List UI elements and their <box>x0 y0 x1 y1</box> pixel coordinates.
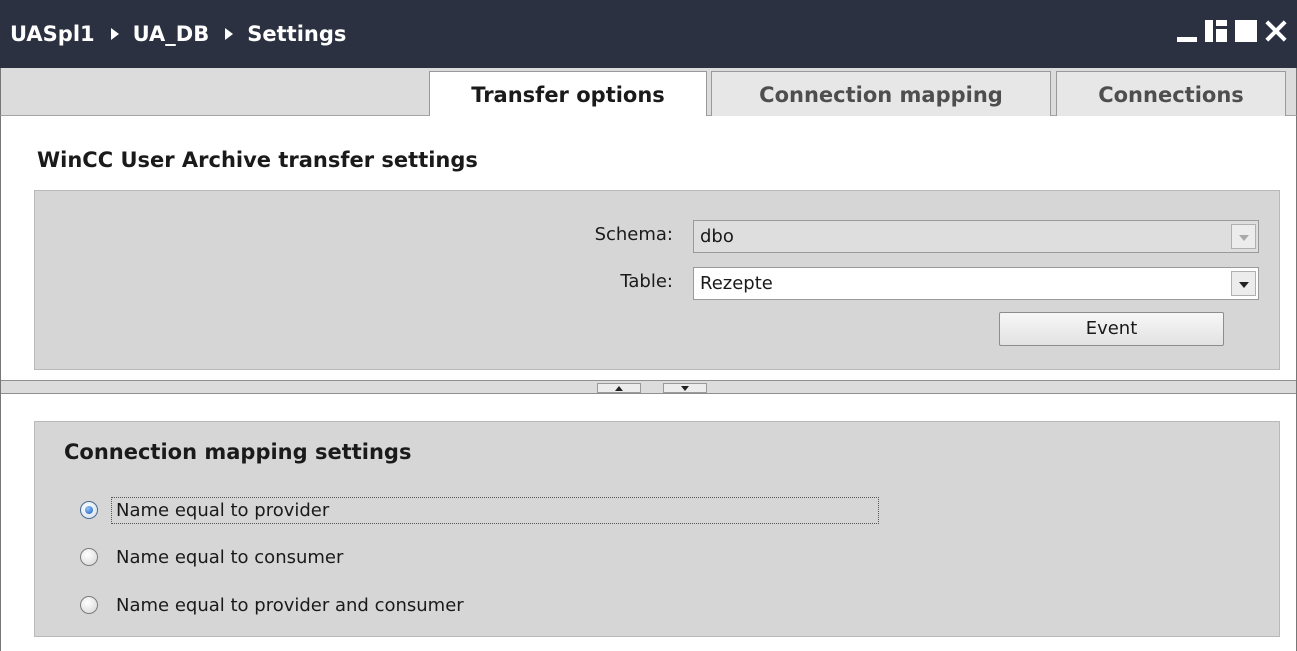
radio-button[interactable] <box>80 501 98 519</box>
tab-connection-mapping[interactable]: Connection mapping <box>711 71 1051 117</box>
breadcrumb-item[interactable]: UA_DB <box>133 22 210 46</box>
maximize-icon[interactable] <box>1235 20 1257 42</box>
radio-label[interactable]: Name equal to provider and consumer <box>112 593 468 618</box>
transfer-settings-panel: Schema: dbo Table: Rezepte Event <box>34 190 1280 370</box>
mapping-settings-title: Connection mapping settings <box>64 440 412 464</box>
connection-mapping-panel: Connection mapping settings Name equal t… <box>34 421 1280 637</box>
table-label: Table: <box>620 271 673 292</box>
settings-content: WinCC User Archive transfer settings Sch… <box>0 116 1297 651</box>
chevron-down-icon[interactable] <box>1231 271 1256 296</box>
close-icon[interactable] <box>1265 20 1287 42</box>
tile-icon[interactable] <box>1205 20 1227 42</box>
tab-label: Connection mapping <box>759 82 1003 107</box>
tab-connections[interactable]: Connections <box>1056 71 1286 117</box>
tab-transfer-options[interactable]: Transfer options <box>429 71 707 118</box>
table-combobox[interactable]: Rezepte <box>693 267 1259 300</box>
breadcrumb-item[interactable]: Settings <box>247 22 346 46</box>
collapse-up-icon[interactable] <box>597 383 641 393</box>
radio-label[interactable]: Name equal to provider <box>111 496 879 524</box>
table-value: Rezepte <box>700 273 773 294</box>
collapse-down-icon[interactable] <box>663 383 707 393</box>
tab-label: Connections <box>1098 82 1244 107</box>
radio-option-provider[interactable]: Name equal to provider <box>80 495 879 525</box>
minimize-icon[interactable] <box>1177 37 1197 42</box>
window-controls <box>1177 20 1287 42</box>
schema-value: dbo <box>700 226 734 247</box>
chevron-right-icon <box>225 28 234 40</box>
schema-combobox[interactable]: dbo <box>693 220 1259 253</box>
event-button[interactable]: Event <box>999 312 1224 346</box>
radio-option-consumer[interactable]: Name equal to consumer <box>80 542 347 572</box>
title-bar: UASpl1 UA_DB Settings <box>0 0 1297 68</box>
breadcrumb: UASpl1 UA_DB Settings <box>10 0 346 68</box>
schema-label: Schema: <box>594 224 673 245</box>
chevron-down-icon[interactable] <box>1231 224 1256 249</box>
chevron-right-icon <box>110 28 119 40</box>
tab-label: Transfer options <box>471 83 665 107</box>
radio-option-provider-consumer[interactable]: Name equal to provider and consumer <box>80 590 468 620</box>
radio-label[interactable]: Name equal to consumer <box>112 545 347 570</box>
radio-button[interactable] <box>80 548 98 566</box>
breadcrumb-item[interactable]: UASpl1 <box>10 22 95 46</box>
radio-button[interactable] <box>80 596 98 614</box>
transfer-settings-title: WinCC User Archive transfer settings <box>37 148 478 172</box>
tab-strip: Transfer options Connection mapping Conn… <box>0 68 1297 118</box>
splitter[interactable] <box>1 380 1296 394</box>
